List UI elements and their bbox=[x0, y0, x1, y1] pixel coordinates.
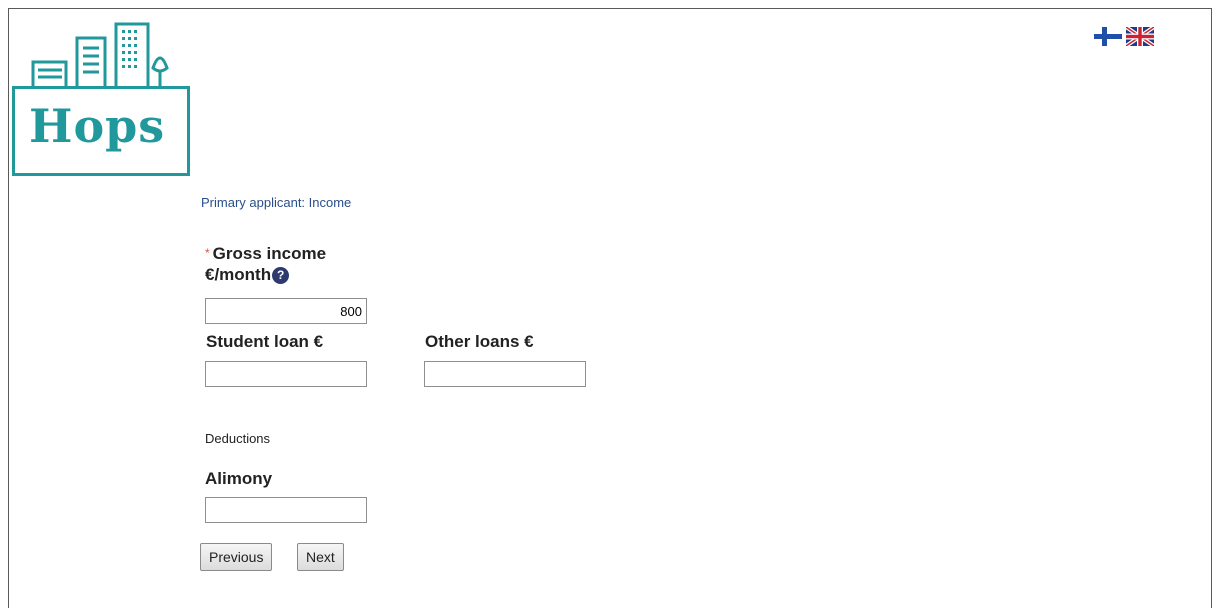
language-switcher bbox=[1094, 27, 1154, 46]
student-loan-input[interactable] bbox=[205, 361, 367, 387]
deductions-label: Deductions bbox=[205, 431, 271, 446]
section-title: Primary applicant: Income bbox=[201, 195, 352, 210]
required-marker: * bbox=[205, 246, 210, 260]
student-loan-label: Student loan € bbox=[206, 332, 324, 351]
alimony-input[interactable] bbox=[205, 497, 367, 523]
next-button[interactable]: Next bbox=[297, 543, 344, 571]
logo-text: Hops bbox=[29, 99, 166, 153]
previous-button[interactable]: Previous bbox=[200, 543, 273, 571]
city-skyline-icon bbox=[31, 22, 169, 90]
other-loans-input[interactable] bbox=[424, 361, 586, 387]
other-loans-label: Other loans € bbox=[425, 332, 534, 351]
gross-income-label-line2: €/month bbox=[205, 265, 272, 284]
uk-flag-icon[interactable] bbox=[1126, 27, 1154, 46]
finland-flag-icon[interactable] bbox=[1094, 27, 1122, 46]
alimony-label: Alimony bbox=[205, 469, 273, 488]
gross-income-input[interactable] bbox=[205, 298, 367, 324]
logo-box: Hops bbox=[12, 86, 190, 176]
hops-logo: Hops bbox=[10, 20, 195, 180]
gross-income-label: * Gross income €/month? bbox=[205, 243, 326, 285]
help-icon[interactable]: ? bbox=[272, 267, 290, 284]
gross-income-label-line1: Gross income bbox=[212, 244, 327, 263]
